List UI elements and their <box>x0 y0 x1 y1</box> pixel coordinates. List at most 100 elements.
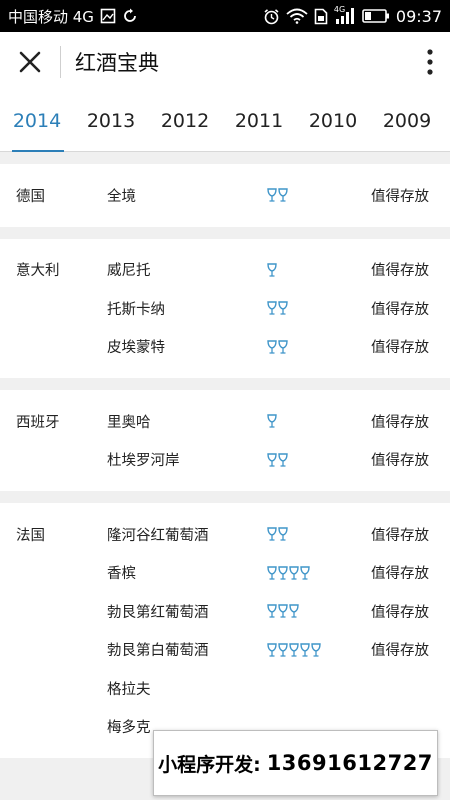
country-group: 法国 隆河谷红葡萄酒 值得存放 香槟 值得存放 勃艮第红葡萄酒 值得存放 勃艮第白葡萄酒 值得存… <box>0 503 450 758</box>
wine-glass-icon <box>278 643 288 657</box>
table-row[interactable]: 意大利 威尼托 值得存放 <box>0 251 450 290</box>
storage-status: 值得存放 <box>371 604 429 621</box>
wine-glass-icon <box>267 604 277 618</box>
contact-phone: 13691612727 <box>266 751 433 775</box>
storage-status: 值得存放 <box>371 301 429 318</box>
rating-glasses <box>267 566 367 580</box>
rating-glasses <box>267 643 367 657</box>
wine-glass-icon <box>267 263 277 277</box>
region-name: 勃艮第白葡萄酒 <box>107 643 209 660</box>
sim-card-icon <box>314 8 328 25</box>
wine-glass-icon <box>300 643 310 657</box>
table-row[interactable]: 法国 隆河谷红葡萄酒 值得存放 <box>0 515 450 554</box>
country-name: 法国 <box>16 527 45 544</box>
tab-2010[interactable]: 2010 <box>296 92 370 152</box>
wine-glass-icon <box>267 566 277 580</box>
rating-glasses <box>267 340 367 354</box>
wine-glass-icon <box>278 453 288 467</box>
country-group: 西班牙 里奥哈 值得存放 杜埃罗河岸 值得存放 <box>0 390 450 491</box>
wine-glass-icon <box>278 340 288 354</box>
region-name: 格拉夫 <box>107 681 151 698</box>
page-title: 红酒宝典 <box>75 51 159 75</box>
storage-status: 值得存放 <box>371 527 429 544</box>
rating-glasses <box>267 527 367 541</box>
storage-status: 值得存放 <box>371 453 429 470</box>
battery-icon <box>362 8 390 24</box>
table-row[interactable]: 勃艮第白葡萄酒 值得存放 <box>0 631 450 670</box>
appbar-divider <box>60 46 61 78</box>
region-name: 里奥哈 <box>107 414 151 431</box>
tab-2013[interactable]: 2013 <box>74 92 148 152</box>
table-row[interactable]: 勃艮第红葡萄酒 值得存放 <box>0 592 450 631</box>
rating-glasses <box>267 301 367 315</box>
app-bar: 红酒宝典 <box>0 32 450 92</box>
wine-glass-icon <box>311 643 321 657</box>
more-vertical-icon <box>427 49 433 75</box>
image-notification-icon <box>100 8 116 24</box>
wifi-icon <box>286 8 308 24</box>
country-group: 德国 全境 值得存放 <box>0 164 450 227</box>
storage-status: 值得存放 <box>371 414 429 431</box>
wine-glass-icon <box>267 188 277 202</box>
carrier-text: 中国移动 4G <box>8 7 94 26</box>
country-name: 西班牙 <box>16 414 60 431</box>
storage-status: 值得存放 <box>371 566 429 583</box>
wine-glass-icon <box>300 566 310 580</box>
storage-status: 值得存放 <box>371 340 429 357</box>
status-bar: 中国移动 4G 4G 09:37 <box>0 0 450 32</box>
region-name: 香槟 <box>107 566 136 583</box>
close-icon <box>19 51 41 73</box>
region-name: 全境 <box>107 188 136 205</box>
sync-icon <box>122 8 138 24</box>
table-row[interactable]: 西班牙 里奥哈 值得存放 <box>0 402 450 441</box>
contact-label: 小程序开发: <box>158 753 261 776</box>
wine-glass-icon <box>278 527 288 541</box>
wine-glass-icon <box>267 643 277 657</box>
rating-glasses <box>267 453 367 467</box>
table-row[interactable]: 格拉夫 <box>0 669 450 708</box>
tab-2014[interactable]: 2014 <box>0 92 74 152</box>
region-name: 托斯卡纳 <box>107 301 165 318</box>
close-button[interactable] <box>0 32 60 92</box>
alarm-icon <box>263 8 280 25</box>
wine-glass-icon <box>278 604 288 618</box>
clock-text: 09:37 <box>395 6 442 26</box>
storage-status: 值得存放 <box>371 643 429 660</box>
storage-status: 值得存放 <box>371 263 429 280</box>
country-group: 意大利 威尼托 值得存放 托斯卡纳 值得存放 皮埃蒙特 值得存放 <box>0 238 450 378</box>
table-row[interactable]: 托斯卡纳 值得存放 <box>0 289 450 328</box>
region-name: 威尼托 <box>107 263 151 280</box>
wine-glass-icon <box>267 340 277 354</box>
wine-glass-icon <box>267 414 277 428</box>
wine-glass-icon <box>267 453 277 467</box>
wine-glass-icon <box>278 188 288 202</box>
country-name: 意大利 <box>16 263 60 280</box>
signal-icon: 4G <box>333 5 356 24</box>
rating-glasses <box>267 263 367 277</box>
region-name: 勃艮第红葡萄酒 <box>107 604 209 621</box>
vintage-list: 德国 全境 值得存放 意大利 威尼托 值得存放 托斯卡纳 值得存放 皮埃蒙特 值得存放 西班牙 里奥哈… <box>0 152 450 800</box>
region-name: 杜埃罗河岸 <box>107 453 180 470</box>
wine-glass-icon <box>278 301 288 315</box>
wine-glass-icon <box>278 566 288 580</box>
rating-glasses <box>267 604 367 618</box>
tab-2011[interactable]: 2011 <box>222 92 296 152</box>
wine-glass-icon <box>267 527 277 541</box>
network-type-text: 4G <box>333 5 346 14</box>
tab-2012[interactable]: 2012 <box>148 92 222 152</box>
table-row[interactable]: 香槟 值得存放 <box>0 554 450 593</box>
region-name: 皮埃蒙特 <box>107 340 165 357</box>
more-button[interactable] <box>410 32 450 92</box>
region-name: 隆河谷红葡萄酒 <box>107 527 209 544</box>
year-tabs: 2014 2013 2012 2011 2010 2009 <box>0 92 450 152</box>
wine-glass-icon <box>289 566 299 580</box>
table-row[interactable]: 皮埃蒙特 值得存放 <box>0 328 450 367</box>
table-row[interactable]: 德国 全境 值得存放 <box>0 176 450 215</box>
tab-2009[interactable]: 2009 <box>370 92 444 152</box>
wine-glass-icon <box>289 604 299 618</box>
wine-glass-icon <box>267 301 277 315</box>
table-row[interactable]: 杜埃罗河岸 值得存放 <box>0 441 450 480</box>
contact-banner[interactable]: 小程序开发: 13691612727 <box>153 730 438 796</box>
wine-glass-icon <box>289 643 299 657</box>
rating-glasses <box>267 414 367 428</box>
